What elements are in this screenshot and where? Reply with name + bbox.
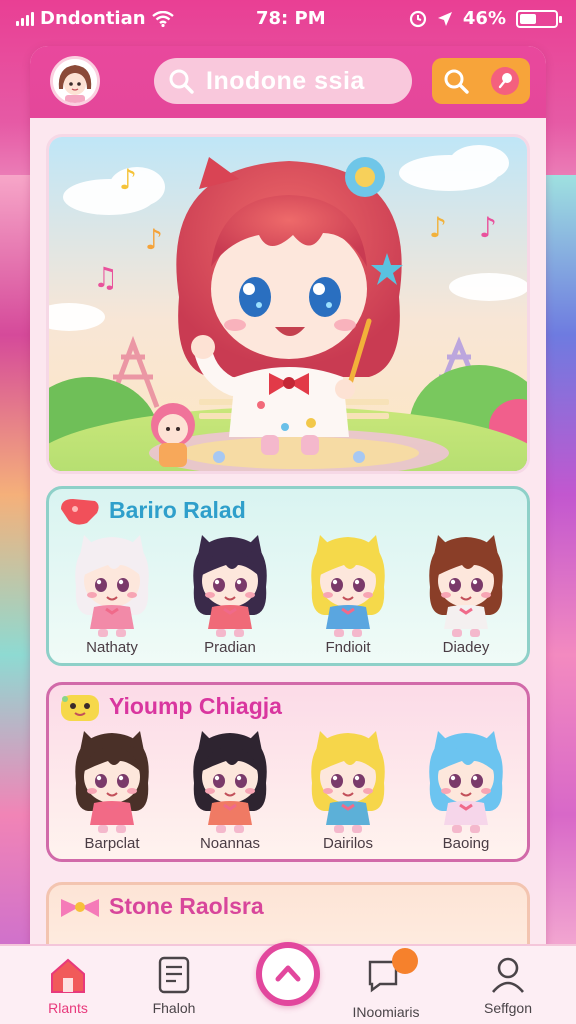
character-card[interactable]: Pradian — [175, 529, 285, 656]
notification-badge — [392, 948, 418, 974]
nav-item-messages[interactable]: INoomiaris — [336, 948, 436, 1020]
app-header: Inodone ssia — [30, 46, 546, 118]
nav-label: INoomiaris — [352, 1004, 420, 1020]
avatar-girl-icon — [53, 59, 97, 103]
wifi-icon — [151, 10, 174, 27]
section-title: Yioump Chiagja — [109, 693, 282, 719]
character-card[interactable]: Fndioit — [293, 529, 403, 656]
candy-icon — [61, 499, 99, 525]
sponge-icon — [61, 695, 99, 721]
character-name: Nathaty — [86, 639, 138, 656]
character-row: Barpclat Noannas Dairilos Baoing — [57, 725, 521, 852]
chibi-character-icon — [75, 535, 149, 637]
carrier: Dndontian — [16, 8, 174, 29]
document-icon — [158, 956, 190, 994]
character-name: Diadey — [442, 639, 490, 656]
location-icon — [437, 11, 452, 26]
avatar[interactable] — [50, 56, 100, 106]
chibi-character-icon — [311, 535, 385, 637]
chibi-character-icon — [193, 535, 267, 637]
character-name: Baoing — [442, 835, 490, 852]
nav-item-feed[interactable]: Fhaloh — [124, 956, 224, 1016]
nav-label: Fhaloh — [152, 1000, 196, 1016]
chibi-character-icon — [429, 731, 503, 833]
pin-icon[interactable] — [489, 65, 521, 97]
app-window: Inodone ssia ♪ ♪ ♫ ♪ ♪ Bariro Ralad Nath… — [30, 46, 546, 1024]
character-card[interactable]: Dairilos — [293, 725, 403, 852]
svg-text:♪: ♪ — [479, 211, 497, 244]
nav-center-button[interactable] — [256, 942, 320, 1006]
chibi-character-icon — [75, 731, 149, 833]
header-actions — [432, 58, 530, 104]
chibi-character-icon — [429, 535, 503, 637]
signal-icon — [16, 11, 34, 26]
character-name: Dairilos — [322, 835, 373, 852]
character-name: Barpclat — [84, 835, 140, 852]
carrier-name: Dndontian — [40, 8, 146, 29]
svg-text:♫: ♫ — [93, 261, 118, 294]
search-icon[interactable] — [442, 67, 470, 95]
svg-text:♪: ♪ — [145, 223, 163, 256]
section-popular: Yioump Chiagja Barpclat Noannas Dairilos Ba… — [46, 682, 530, 862]
chevron-up-icon — [275, 965, 301, 982]
character-name: Pradian — [204, 639, 256, 656]
svg-text:♪: ♪ — [119, 163, 137, 196]
character-card[interactable]: Barpclat — [57, 725, 167, 852]
search-bar[interactable]: Inodone ssia — [154, 58, 412, 104]
svg-text:♪: ♪ — [429, 211, 447, 244]
character-card[interactable]: Diadey — [411, 529, 521, 656]
section-title: Bariro Ralad — [109, 497, 246, 523]
character-row: Nathaty Pradian Fndioit Diadey — [57, 529, 521, 656]
alarm-icon — [409, 10, 427, 27]
chibi-character-icon — [193, 731, 267, 833]
chibi-character-icon — [311, 731, 385, 833]
character-name: Fndioit — [325, 639, 371, 656]
hero-banner[interactable]: ♪ ♪ ♫ ♪ ♪ — [46, 134, 530, 474]
nav-label: Rlants — [48, 1000, 88, 1016]
search-icon — [169, 69, 194, 94]
clock: 78: PM — [256, 8, 326, 29]
bottom-nav: Rlants Fhaloh INoomiaris Seffgon — [0, 942, 576, 1024]
nav-item-home[interactable]: Rlants — [18, 956, 118, 1016]
profile-icon — [492, 957, 524, 993]
nav-item-profile[interactable]: Seffgon — [458, 956, 558, 1016]
bow-icon — [61, 899, 99, 917]
section-featured: Bariro Ralad Nathaty Pradian Fndioit Diadey — [46, 486, 530, 666]
character-name: Noannas — [199, 835, 261, 852]
section-title: Stone Raolsra — [109, 893, 264, 919]
search-label: Inodone ssia — [206, 66, 365, 95]
home-icon — [51, 958, 85, 993]
status-right: 46% — [409, 8, 562, 29]
status-bar: Dndontian 78: PM 46% — [0, 0, 576, 40]
nav-label: Seffgon — [483, 1000, 532, 1016]
battery-icon — [516, 9, 562, 28]
character-card[interactable]: Nathaty — [57, 529, 167, 656]
hero-illustration: ♪ ♪ ♫ ♪ ♪ — [49, 137, 527, 471]
character-card[interactable]: Baoing — [411, 725, 521, 852]
battery-percent: 46% — [462, 8, 506, 29]
character-card[interactable]: Noannas — [175, 725, 285, 852]
